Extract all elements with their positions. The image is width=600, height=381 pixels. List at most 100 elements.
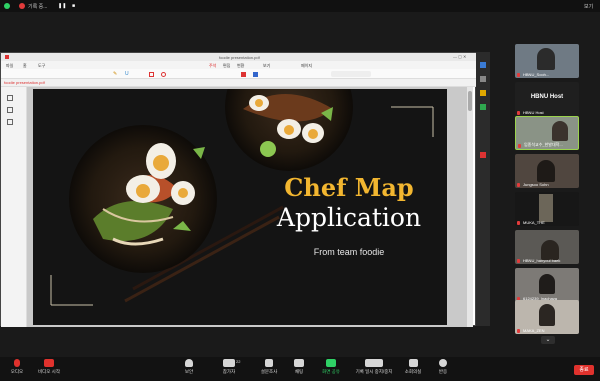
start-video-button[interactable]: 비디오 시작: [34, 359, 64, 379]
chat-button[interactable]: 채팅: [284, 359, 314, 379]
stamp-tool-icon[interactable]: [241, 72, 246, 77]
participant-name-large: HBNU Host: [530, 94, 564, 100]
participant-gallery: HBNU_Sooh... HBNU Host HBNU Host 임종석교수_한…: [515, 44, 579, 344]
search-field[interactable]: [331, 71, 371, 77]
slide-title-line2: Application: [276, 203, 422, 232]
smiley-icon: [439, 359, 447, 367]
audio-label: 오디오: [10, 369, 24, 374]
participant-video: [539, 304, 555, 326]
gallery-scroll-down-icon[interactable]: ⌄: [541, 336, 555, 344]
taskbar-icon[interactable]: [480, 90, 486, 96]
rectangle-tool-icon[interactable]: [149, 72, 154, 77]
muted-mic-icon: [517, 259, 520, 263]
participant-video: [539, 274, 555, 294]
recording-control-button[interactable]: 기록 일시 중지/중지: [354, 359, 394, 379]
end-meeting-button[interactable]: 종료: [574, 365, 594, 375]
participants-label: 참가자: [222, 369, 236, 374]
taskbar-icon[interactable]: [480, 62, 486, 68]
pause-stop-icon: [365, 359, 383, 367]
recording-status: 기록 중...: [28, 4, 48, 10]
participant-tile-active-speaker[interactable]: 임종석교수_한발대학...: [515, 116, 579, 150]
participant-video: [539, 194, 553, 222]
vertical-scrollbar[interactable]: [467, 87, 473, 327]
polls-button[interactable]: 설문조사: [254, 359, 284, 379]
participant-tile[interactable]: HBNU_Sooh...: [515, 44, 579, 78]
share-screen-button[interactable]: 화면 공유: [316, 359, 346, 379]
share-screen-icon: [326, 359, 336, 367]
breakout-rooms-button[interactable]: 소회의실: [398, 359, 428, 379]
breakout-label: 소회의실: [404, 369, 422, 374]
view-button[interactable]: 보기: [584, 3, 593, 10]
muted-mic-icon: [518, 144, 521, 148]
text-tool-icon[interactable]: [253, 72, 258, 77]
chat-bubble-icon: [294, 359, 304, 367]
desktop-side-strip: [476, 52, 490, 326]
comments-icon[interactable]: [7, 119, 13, 125]
document-canvas: Chef Map Application From team foodie: [27, 87, 473, 327]
taskbar-icon[interactable]: [480, 76, 486, 82]
participants-button[interactable]: 22 참가자: [214, 359, 244, 379]
breakout-rooms-icon: [408, 359, 418, 367]
shield-icon: [185, 359, 193, 367]
document-tab-strip: foodie presentation.pdf: [1, 79, 477, 87]
participant-video: [537, 48, 555, 70]
slide-title-line1: Chef Map: [284, 173, 414, 202]
mic-muted-icon: [14, 359, 20, 367]
thumbnails-icon[interactable]: [7, 95, 13, 101]
taskbar-icon[interactable]: [480, 152, 486, 158]
participant-tile[interactable]: 6124239_Inachaya: [515, 268, 579, 302]
taskbar-icon[interactable]: [480, 104, 486, 110]
document-tab[interactable]: foodie presentation.pdf: [4, 80, 45, 85]
highlight-tool-icon[interactable]: ✎: [113, 71, 117, 77]
bookmarks-icon[interactable]: [7, 107, 13, 113]
video-off-icon: [44, 359, 54, 367]
poll-bars-icon: [265, 359, 273, 367]
reactions-label: 반응: [438, 369, 448, 374]
annotation-toolbar: ✎ U: [1, 69, 477, 79]
participant-video: [537, 160, 555, 182]
participant-tile[interactable]: MAKA_ZEN: [515, 300, 579, 334]
presentation-slide: Chef Map Application From team foodie: [33, 89, 447, 325]
muted-mic-icon: [517, 221, 520, 225]
app-icon: [5, 55, 9, 59]
scrollbar-thumb[interactable]: [468, 91, 472, 111]
document-title: foodie presentation.pdf: [219, 55, 260, 60]
ellipse-tool-icon[interactable]: [161, 72, 166, 77]
participant-count: 22: [236, 359, 241, 364]
recording-dot-icon: [19, 3, 25, 9]
audio-button[interactable]: 오디오: [2, 359, 32, 379]
window-controls[interactable]: — ▢ ✕: [453, 54, 466, 59]
participant-tile[interactable]: HBNU_hanyoul baek: [515, 230, 579, 264]
viewer-title-bar: foodie presentation.pdf — ▢ ✕: [1, 53, 477, 61]
security-button[interactable]: 보안: [174, 359, 204, 379]
muted-mic-icon: [517, 329, 520, 333]
stop-recording-icon[interactable]: ■: [72, 3, 75, 9]
participant-name: 임종석교수_한발대학...: [524, 142, 563, 147]
reactions-button[interactable]: 반응: [428, 359, 458, 379]
viewer-menu-bar: 파일 홈 도구 주석 편집 변환 보기 페이지: [1, 61, 477, 69]
security-label: 보안: [184, 369, 194, 374]
participant-name: HBNU Host: [523, 110, 544, 115]
participant-name: MAKA_ZEN: [523, 328, 545, 333]
shared-screen-window: foodie presentation.pdf — ▢ ✕ 파일 홈 도구 주석…: [0, 52, 477, 327]
participant-name: HBNU_hanyoul baek: [523, 258, 561, 263]
participant-video: [552, 121, 568, 141]
recording-label: 기록 일시 중지/중지: [355, 369, 393, 374]
participant-tile[interactable]: Jungsoo Sohn: [515, 154, 579, 188]
participant-video: [541, 240, 559, 260]
underline-tool-icon[interactable]: U: [125, 71, 129, 77]
zoom-top-bar: 기록 중... ❚❚ ■ 보기: [0, 0, 600, 12]
slide-subtitle: From team foodie: [313, 247, 385, 257]
viewer-left-panel: [1, 87, 27, 327]
polls-label: 설문조사: [260, 369, 278, 374]
share-screen-label: 화면 공유: [322, 369, 340, 374]
participant-tile[interactable]: MUKA_THE: [515, 192, 579, 226]
participants-icon: [223, 359, 235, 367]
pause-recording-icon[interactable]: ❚❚: [58, 3, 66, 9]
muted-mic-icon: [517, 111, 520, 115]
video-label: 비디오 시작: [38, 369, 60, 374]
meeting-control-bar: 오디오 비디오 시작 보안 22 참가자 설문조사 채팅 화면 공유 기록 일시…: [0, 357, 600, 381]
chat-label: 채팅: [294, 369, 304, 374]
participant-tile[interactable]: HBNU Host HBNU Host: [515, 82, 579, 116]
security-shield-icon[interactable]: [4, 3, 10, 9]
